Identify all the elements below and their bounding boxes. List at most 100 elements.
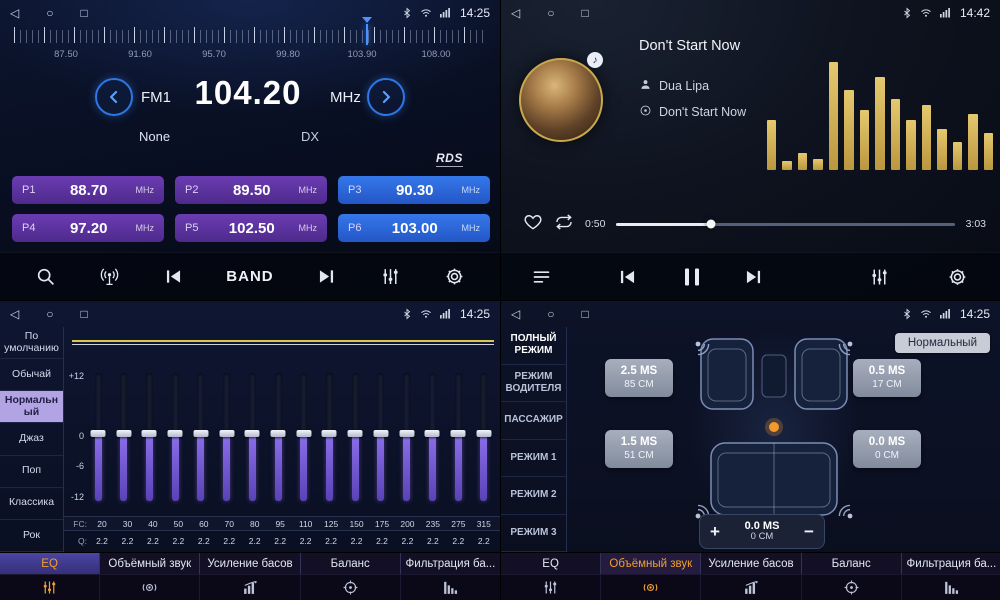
eq-band-slider[interactable]	[347, 373, 363, 501]
tab-bass-boost[interactable]: Усиление басов	[701, 553, 801, 574]
preset-button-3[interactable]: P3 90.30 MHz	[338, 176, 490, 204]
favorite-button[interactable]	[523, 212, 543, 237]
eq-band-slider[interactable]	[270, 373, 286, 501]
eq-band-slider[interactable]	[373, 373, 389, 501]
home-icon[interactable]: ○	[46, 7, 53, 19]
repeat-button[interactable]	[554, 212, 574, 237]
preset-button-5[interactable]: P5 102.50 MHz	[175, 214, 327, 242]
recents-icon[interactable]: □	[581, 7, 588, 19]
eq-slider-handle[interactable]	[373, 430, 388, 437]
back-icon[interactable]: ◁	[10, 7, 19, 19]
eq-slider-handle[interactable]	[271, 430, 286, 437]
eq-slider-handle[interactable]	[91, 430, 106, 437]
eq-slider-handle[interactable]	[451, 430, 466, 437]
eq-band-slider[interactable]	[193, 373, 209, 501]
eq-slider-track[interactable]	[172, 373, 179, 501]
eq-slider-track[interactable]	[275, 373, 282, 501]
delay-rear-left[interactable]: 1.5 MS 51 CM	[605, 430, 673, 468]
band-button[interactable]: BAND	[226, 268, 273, 285]
search-stations-button[interactable]	[35, 266, 56, 287]
settings-button[interactable]	[947, 266, 968, 287]
eq-band-slider[interactable]	[167, 373, 183, 501]
eq-preset-jazz[interactable]: Джаз	[0, 423, 63, 455]
tab-bass-boost[interactable]: Усиление басов	[200, 553, 300, 574]
eq-slider-track[interactable]	[455, 373, 462, 501]
eq-preset-custom[interactable]: Обычай	[0, 359, 63, 391]
eq-band-slider[interactable]	[424, 373, 440, 501]
eq-band-slider[interactable]	[219, 373, 235, 501]
tab-surround-sound[interactable]: Объёмный звук	[601, 553, 701, 574]
eq-slider-track[interactable]	[223, 373, 230, 501]
preset-button-2[interactable]: P2 89.50 MHz	[175, 176, 327, 204]
tab-eq[interactable]: EQ	[501, 553, 601, 574]
equalizer-button[interactable]	[869, 266, 890, 287]
next-station-button[interactable]	[316, 266, 337, 287]
eq-slider-track[interactable]	[480, 373, 487, 501]
eq-slider-track[interactable]	[249, 373, 256, 501]
eq-tab-icon[interactable]	[0, 575, 100, 600]
eq-slider-track[interactable]	[352, 373, 359, 501]
eq-preset-rock[interactable]: Рок	[0, 520, 63, 552]
eq-slider-track[interactable]	[146, 373, 153, 501]
tab-eq[interactable]: EQ	[0, 553, 100, 574]
home-icon[interactable]: ○	[547, 7, 554, 19]
increase-delay-button[interactable]: +	[710, 523, 720, 540]
tune-down-button[interactable]	[95, 78, 133, 116]
eq-slider-track[interactable]	[326, 373, 333, 501]
back-icon[interactable]: ◁	[511, 7, 520, 19]
mode-full[interactable]: ПОЛНЫЙ РЕЖИМ	[501, 327, 566, 365]
eq-slider-track[interactable]	[197, 373, 204, 501]
recents-icon[interactable]: □	[581, 308, 588, 320]
eq-slider-track[interactable]	[403, 373, 410, 501]
playlist-button[interactable]	[531, 266, 552, 287]
eq-slider-track[interactable]	[429, 373, 436, 501]
broadcast-button[interactable]	[99, 266, 120, 287]
home-icon[interactable]: ○	[46, 308, 53, 320]
eq-band-slider[interactable]	[116, 373, 132, 501]
tab-balance[interactable]: Баланс	[802, 553, 902, 574]
eq-band-slider[interactable]	[141, 373, 157, 501]
mode-driver[interactable]: РЕЖИМ ВОДИТЕЛЯ	[501, 365, 566, 403]
eq-tab-icon[interactable]	[501, 575, 601, 600]
bass-filter-tab-icon[interactable]	[401, 575, 500, 600]
preset-button-1[interactable]: P1 88.70 MHz	[12, 176, 164, 204]
preset-button-6[interactable]: P6 103.00 MHz	[338, 214, 490, 242]
eq-slider-handle[interactable]	[425, 430, 440, 437]
eq-slider-handle[interactable]	[193, 430, 208, 437]
eq-slider-track[interactable]	[120, 373, 127, 501]
eq-preset-pop[interactable]: Поп	[0, 456, 63, 488]
eq-preset-normal[interactable]: Нормальный	[0, 391, 63, 423]
eq-slider-handle[interactable]	[245, 430, 260, 437]
sound-profile-button[interactable]: Нормальный	[895, 333, 990, 353]
eq-band-slider[interactable]	[321, 373, 337, 501]
eq-band-slider[interactable]	[476, 373, 492, 501]
delay-front-left[interactable]: 2.5 MS 85 CM	[605, 359, 673, 397]
eq-band-slider[interactable]	[244, 373, 260, 501]
eq-band-slider[interactable]	[90, 373, 106, 501]
previous-station-button[interactable]	[163, 266, 184, 287]
home-icon[interactable]: ○	[547, 308, 554, 320]
balance-tab-icon[interactable]	[802, 575, 902, 600]
eq-slider-handle[interactable]	[116, 430, 131, 437]
eq-slider-track[interactable]	[300, 373, 307, 501]
preset-button-4[interactable]: P4 97.20 MHz	[12, 214, 164, 242]
tab-bass-filter[interactable]: Фильтрация ба...	[902, 553, 1000, 574]
delay-rear-right[interactable]: 0.0 MS 0 CM	[853, 430, 921, 468]
surround-tab-icon[interactable]	[601, 575, 701, 600]
back-icon[interactable]: ◁	[511, 308, 520, 320]
bass-boost-tab-icon[interactable]	[200, 575, 300, 600]
eq-preset-default[interactable]: По умолчанию	[0, 327, 63, 359]
delay-front-right[interactable]: 0.5 MS 17 CM	[853, 359, 921, 397]
decrease-delay-button[interactable]: −	[804, 523, 814, 540]
next-track-button[interactable]	[743, 266, 764, 287]
eq-slider-handle[interactable]	[142, 430, 157, 437]
audio-settings-button[interactable]	[380, 266, 401, 287]
back-icon[interactable]: ◁	[10, 308, 19, 320]
tab-balance[interactable]: Баланс	[301, 553, 401, 574]
mode-passenger[interactable]: ПАССАЖИР	[501, 402, 566, 440]
eq-slider-handle[interactable]	[476, 430, 491, 437]
balance-tab-icon[interactable]	[301, 575, 401, 600]
tune-up-button[interactable]	[367, 78, 405, 116]
eq-slider-handle[interactable]	[322, 430, 337, 437]
recents-icon[interactable]: □	[80, 308, 87, 320]
